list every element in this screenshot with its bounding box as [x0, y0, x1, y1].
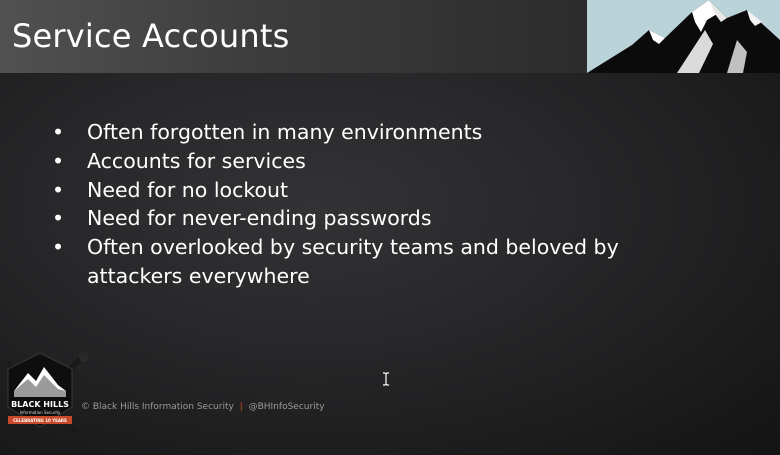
logo-banner: CELEBRATING 10 YEARS	[13, 418, 67, 423]
bullet-item: • Often overlooked by security teams and…	[52, 233, 692, 291]
bullet-item: • Accounts for services	[52, 147, 692, 176]
slide-title: Service Accounts	[12, 17, 290, 55]
bullet-marker: •	[52, 148, 65, 173]
text-cursor-icon	[382, 372, 390, 386]
bullet-item: • Need for never-ending passwords	[52, 204, 692, 233]
bullet-marker: •	[52, 235, 65, 260]
bullet-item: • Often forgotten in many environments	[52, 118, 692, 147]
bullet-text: Often forgotten in many environments	[87, 120, 483, 144]
bhis-logo-icon: BLACK HILLS Information Security CELEBRA…	[0, 345, 90, 440]
footer-copyright: © Black Hills Information Security	[81, 402, 234, 412]
footer-handle: @BHInfoSecurity	[248, 402, 325, 412]
bullet-text: Need for no lockout	[87, 177, 289, 202]
bullet-text: Often overlooked by security teams and b…	[87, 235, 619, 288]
bullet-item: • Need for no lockout	[52, 176, 692, 205]
logo-line1: BLACK HILLS	[11, 400, 69, 409]
bullet-text: Accounts for services	[87, 148, 306, 173]
bullet-marker: •	[52, 120, 65, 144]
bullet-list: • Often forgotten in many environments •…	[52, 118, 692, 291]
mountain-peaks-icon	[587, 0, 780, 73]
footer-separator: |	[239, 402, 243, 412]
title-bar: Service Accounts	[0, 0, 587, 73]
bullet-text: Need for never-ending passwords	[87, 206, 432, 231]
logo-line2: Information Security	[20, 410, 61, 415]
bullet-marker: •	[52, 206, 65, 231]
footer: © Black Hills Information Security | @BH…	[81, 402, 325, 412]
bullet-marker: •	[52, 177, 65, 202]
